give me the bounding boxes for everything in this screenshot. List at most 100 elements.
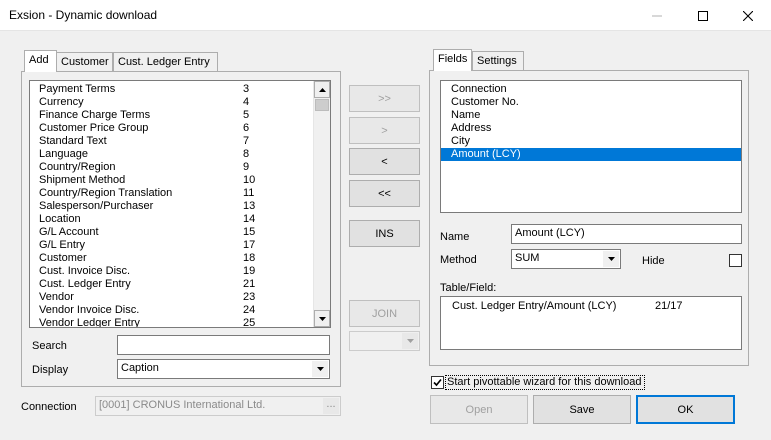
table-list-item[interactable]: Cust. Invoice Disc. 19 bbox=[30, 265, 315, 278]
scroll-up-button[interactable] bbox=[314, 81, 330, 98]
save-button[interactable]: Save bbox=[533, 395, 631, 424]
field-list-item[interactable]: Customer No. bbox=[441, 96, 741, 109]
remove-all-button[interactable]: << bbox=[349, 180, 420, 207]
display-dropdown-button[interactable] bbox=[312, 361, 328, 377]
table-list-item[interactable]: Customer 18 bbox=[30, 252, 315, 265]
table-list-item[interactable]: Salesperson/Purchaser 13 bbox=[30, 200, 315, 213]
table-list-item-name: Finance Charge Terms bbox=[39, 109, 151, 121]
table-list-item-name: Language bbox=[39, 148, 88, 160]
table-list-item[interactable]: G/L Entry 17 bbox=[30, 239, 315, 252]
table-list-item[interactable]: Finance Charge Terms 5 bbox=[30, 109, 315, 122]
ins-button[interactable]: INS bbox=[349, 220, 420, 247]
table-list-item-name: Vendor Invoice Disc. bbox=[39, 304, 140, 316]
pivot-wizard-label: Start pivottable wizard for this downloa… bbox=[447, 376, 642, 388]
connection-field: [0001] CRONUS International Ltd. ... bbox=[95, 396, 341, 416]
table-list-item[interactable]: Location 14 bbox=[30, 213, 315, 226]
tab-settings[interactable]: Settings bbox=[472, 51, 524, 71]
connection-value: [0001] CRONUS International Ltd. bbox=[99, 399, 266, 411]
scroll-thumb[interactable] bbox=[315, 99, 329, 111]
search-input[interactable] bbox=[117, 335, 330, 355]
table-list-item-id: 6 bbox=[243, 122, 250, 134]
join-dropdown bbox=[349, 331, 420, 351]
hide-checkbox[interactable] bbox=[729, 254, 742, 267]
table-list-item-id: 23 bbox=[243, 291, 256, 303]
table-list-item[interactable]: Language 8 bbox=[30, 148, 315, 161]
table-list-item-name: Payment Terms bbox=[39, 83, 116, 95]
add-button[interactable]: > bbox=[349, 117, 420, 144]
tab-add[interactable]: Add bbox=[24, 50, 57, 72]
method-dropdown-button[interactable] bbox=[603, 251, 619, 267]
field-list-item[interactable]: City bbox=[441, 135, 741, 148]
table-list-item-name: Customer bbox=[39, 252, 87, 264]
table-list-item-name: Shipment Method bbox=[39, 174, 126, 186]
table-list-item-id: 5 bbox=[243, 109, 250, 121]
table-list-item[interactable]: Vendor Invoice Disc. 24 bbox=[30, 304, 315, 317]
table-field-label: Table/Field: bbox=[440, 282, 497, 294]
table-list-item[interactable]: Currency 4 bbox=[30, 96, 315, 109]
table-list-scrollbar[interactable] bbox=[313, 81, 330, 327]
table-list-item-name: G/L Entry bbox=[39, 239, 86, 251]
table-list-item-id: 14 bbox=[243, 213, 256, 225]
table-list-item-name: Standard Text bbox=[39, 135, 107, 147]
display-dropdown[interactable]: Caption bbox=[117, 359, 330, 379]
join-dropdown-button bbox=[402, 333, 418, 349]
table-list-item-id: 24 bbox=[243, 304, 256, 316]
table-list-item[interactable]: Vendor Ledger Entry 25 bbox=[30, 317, 315, 328]
table-listbox[interactable]: Payment Terms 3 Currency 4 Finance Charge Te… bbox=[29, 80, 331, 328]
join-button[interactable]: JOIN bbox=[349, 300, 420, 327]
tab-cust-ledger-entry[interactable]: Cust. Ledger Entry bbox=[113, 52, 218, 72]
method-value: SUM bbox=[515, 252, 540, 264]
table-list-item-name: Country/Region bbox=[39, 161, 116, 173]
maximize-button[interactable] bbox=[680, 0, 726, 31]
table-list-item[interactable]: Country/Region 9 bbox=[30, 161, 315, 174]
remove-button[interactable]: < bbox=[349, 148, 420, 175]
field-list-item[interactable]: Amount (LCY) bbox=[441, 148, 741, 161]
table-list-item-name: Vendor Ledger Entry bbox=[39, 317, 140, 328]
field-list-item[interactable]: Connection bbox=[441, 83, 741, 96]
table-list-item-id: 25 bbox=[243, 317, 256, 328]
close-icon bbox=[743, 10, 753, 21]
scroll-down-button[interactable] bbox=[314, 310, 330, 327]
method-dropdown[interactable]: SUM bbox=[511, 249, 621, 269]
field-list-item[interactable]: Address bbox=[441, 122, 741, 135]
open-button[interactable]: Open bbox=[430, 395, 528, 424]
table-list-item-id: 7 bbox=[243, 135, 250, 147]
table-list-item[interactable]: Vendor 23 bbox=[30, 291, 315, 304]
table-list-item[interactable]: G/L Account 15 bbox=[30, 226, 315, 239]
close-button[interactable] bbox=[725, 0, 771, 31]
ok-button[interactable]: OK bbox=[636, 395, 735, 424]
table-list-item[interactable]: Standard Text 7 bbox=[30, 135, 315, 148]
chevron-down-icon bbox=[406, 339, 414, 343]
chevron-down-icon bbox=[607, 257, 615, 261]
table-list-item-id: 21 bbox=[243, 278, 256, 290]
table-list-item[interactable]: Cust. Ledger Entry 21 bbox=[30, 278, 315, 291]
table-list-item-id: 3 bbox=[243, 83, 250, 95]
table-list-item-name: Currency bbox=[39, 96, 84, 108]
table-list-item-name: Cust. Ledger Entry bbox=[39, 278, 131, 290]
table-list-item-id: 4 bbox=[243, 96, 250, 108]
table-list-item[interactable]: Country/Region Translation 11 bbox=[30, 187, 315, 200]
table-list-item[interactable]: Payment Terms 3 bbox=[30, 83, 315, 96]
pivot-wizard-checkbox[interactable] bbox=[431, 376, 444, 389]
add-all-button[interactable]: >> bbox=[349, 85, 420, 112]
table-list-item-id: 13 bbox=[243, 200, 256, 212]
table-list-item-name: Vendor bbox=[39, 291, 74, 303]
tab-fields[interactable]: Fields bbox=[433, 49, 472, 71]
table-list-item-id: 17 bbox=[243, 239, 256, 251]
field-list-item-label: City bbox=[451, 135, 470, 147]
name-input[interactable]: Amount (LCY) bbox=[511, 224, 742, 244]
fields-listbox[interactable]: Connection Customer No. Name Address City Amo… bbox=[440, 80, 742, 213]
hide-label: Hide bbox=[642, 255, 665, 267]
table-list-item-name: Cust. Invoice Disc. bbox=[39, 265, 131, 277]
field-list-item[interactable]: Name bbox=[441, 109, 741, 122]
connection-label: Connection bbox=[21, 401, 77, 413]
tab-customer[interactable]: Customer bbox=[56, 52, 113, 72]
table-field-ids: 21/17 bbox=[655, 300, 683, 312]
table-list-item[interactable]: Shipment Method 10 bbox=[30, 174, 315, 187]
field-list-item-label: Customer No. bbox=[451, 96, 519, 108]
table-list-item-id: 19 bbox=[243, 265, 256, 277]
table-list-item[interactable]: Customer Price Group 6 bbox=[30, 122, 315, 135]
table-list-item-name: Location bbox=[39, 213, 81, 225]
minimize-button[interactable] bbox=[634, 0, 680, 31]
display-value: Caption bbox=[121, 362, 159, 374]
